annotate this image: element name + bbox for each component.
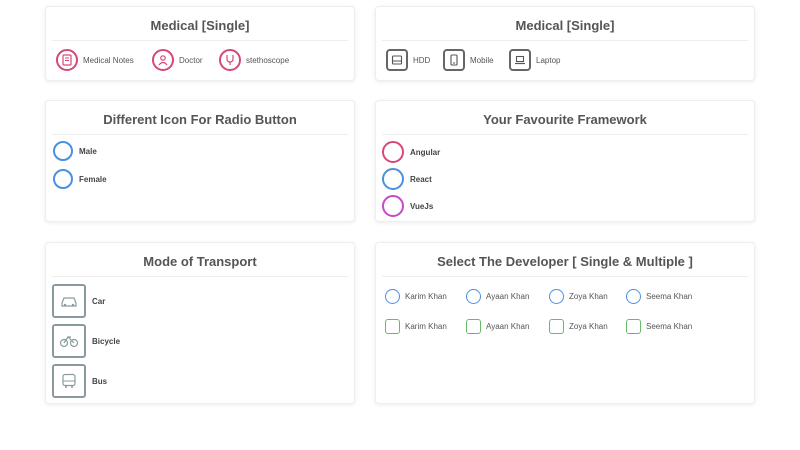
stethoscope-icon: [219, 49, 241, 71]
developer-label: Ayaan Khan: [486, 292, 530, 301]
checkbox[interactable]: [385, 319, 400, 334]
radio-button[interactable]: [385, 289, 400, 304]
card-title: Mode of Transport: [52, 243, 348, 277]
developer-radio-karim[interactable]: Karim Khan: [385, 289, 447, 304]
angular-radio[interactable]: [382, 141, 404, 163]
react-radio[interactable]: [382, 168, 404, 190]
stethoscope-option[interactable]: stethoscope: [219, 49, 289, 71]
radio-button[interactable]: [549, 289, 564, 304]
card-title: Medical [Single]: [52, 7, 348, 41]
laptop-option[interactable]: Laptop: [509, 49, 560, 71]
male-label: Male: [79, 146, 97, 156]
mobile-label: Mobile: [470, 55, 494, 65]
car-icon: [52, 284, 86, 318]
laptop-label: Laptop: [536, 55, 561, 65]
card-title: Your Favourite Framework: [382, 101, 748, 135]
developer-label: Zoya Khan: [569, 322, 608, 331]
male-option[interactable]: Male: [53, 141, 97, 161]
angular-label: Angular: [410, 147, 441, 157]
doctor-label: Doctor: [179, 55, 203, 65]
medical-single-card: Medical [Single] Medical Notes Doctor st…: [45, 6, 355, 81]
bicycle-label: Bicycle: [92, 336, 121, 346]
card-title: Medical [Single]: [382, 7, 748, 41]
medical-notes-label: Medical Notes: [83, 55, 134, 65]
bus-label: Bus: [92, 376, 108, 386]
vuejs-option[interactable]: VueJs: [382, 195, 433, 217]
developer-checkbox-seema[interactable]: Seema Khan: [626, 319, 692, 334]
developer-radio-zoya[interactable]: Zoya Khan: [549, 289, 608, 304]
checkbox[interactable]: [466, 319, 481, 334]
female-label: Female: [79, 174, 107, 184]
hdd-icon: [386, 49, 408, 71]
developer-label: Karim Khan: [405, 322, 447, 331]
developer-label: Karim Khan: [405, 292, 447, 301]
bicycle-option[interactable]: Bicycle: [52, 324, 120, 358]
bus-icon: [52, 364, 86, 398]
developer-checkbox-zoya[interactable]: Zoya Khan: [549, 319, 608, 334]
angular-option[interactable]: Angular: [382, 141, 440, 163]
medical-notes-option[interactable]: Medical Notes: [56, 49, 134, 71]
developer-card: Select The Developer [ Single & Multiple…: [375, 242, 755, 404]
hdd-label: HDD: [413, 55, 431, 65]
mobile-icon: [443, 49, 465, 71]
developer-label: Zoya Khan: [569, 292, 608, 301]
transport-card: Mode of Transport Car Bicycle Bus: [45, 242, 355, 404]
radio-button[interactable]: [626, 289, 641, 304]
female-option[interactable]: Female: [53, 169, 107, 189]
developer-label: Seema Khan: [646, 292, 693, 301]
radio-button[interactable]: [466, 289, 481, 304]
card-title: Different Icon For Radio Button: [52, 101, 348, 135]
framework-card: Your Favourite Framework Angular React V…: [375, 100, 755, 222]
devices-single-card: Medical [Single] HDD Mobile Laptop: [375, 6, 755, 81]
doctor-option[interactable]: Doctor: [152, 49, 203, 71]
developer-label: Ayaan Khan: [486, 322, 530, 331]
developer-checkbox-karim[interactable]: Karim Khan: [385, 319, 447, 334]
card-title: Select The Developer [ Single & Multiple…: [382, 243, 748, 277]
medical-notes-icon: [56, 49, 78, 71]
bicycle-icon: [52, 324, 86, 358]
developer-radio-ayaan[interactable]: Ayaan Khan: [466, 289, 529, 304]
vuejs-label: VueJs: [410, 201, 434, 211]
stethoscope-label: stethoscope: [246, 55, 290, 65]
gender-radio-card: Different Icon For Radio Button Male Fem…: [45, 100, 355, 222]
car-label: Car: [92, 296, 106, 306]
male-radio[interactable]: [53, 141, 73, 161]
mobile-option[interactable]: Mobile: [443, 49, 494, 71]
developer-label: Seema Khan: [646, 322, 693, 331]
react-label: React: [410, 174, 432, 184]
developer-radio-seema[interactable]: Seema Khan: [626, 289, 692, 304]
hdd-option[interactable]: HDD: [386, 49, 430, 71]
developer-checkbox-ayaan[interactable]: Ayaan Khan: [466, 319, 529, 334]
car-option[interactable]: Car: [52, 284, 105, 318]
laptop-icon: [509, 49, 531, 71]
react-option[interactable]: React: [382, 168, 432, 190]
female-radio[interactable]: [53, 169, 73, 189]
checkbox[interactable]: [626, 319, 641, 334]
doctor-icon: [152, 49, 174, 71]
vuejs-radio[interactable]: [382, 195, 404, 217]
bus-option[interactable]: Bus: [52, 364, 107, 398]
checkbox[interactable]: [549, 319, 564, 334]
